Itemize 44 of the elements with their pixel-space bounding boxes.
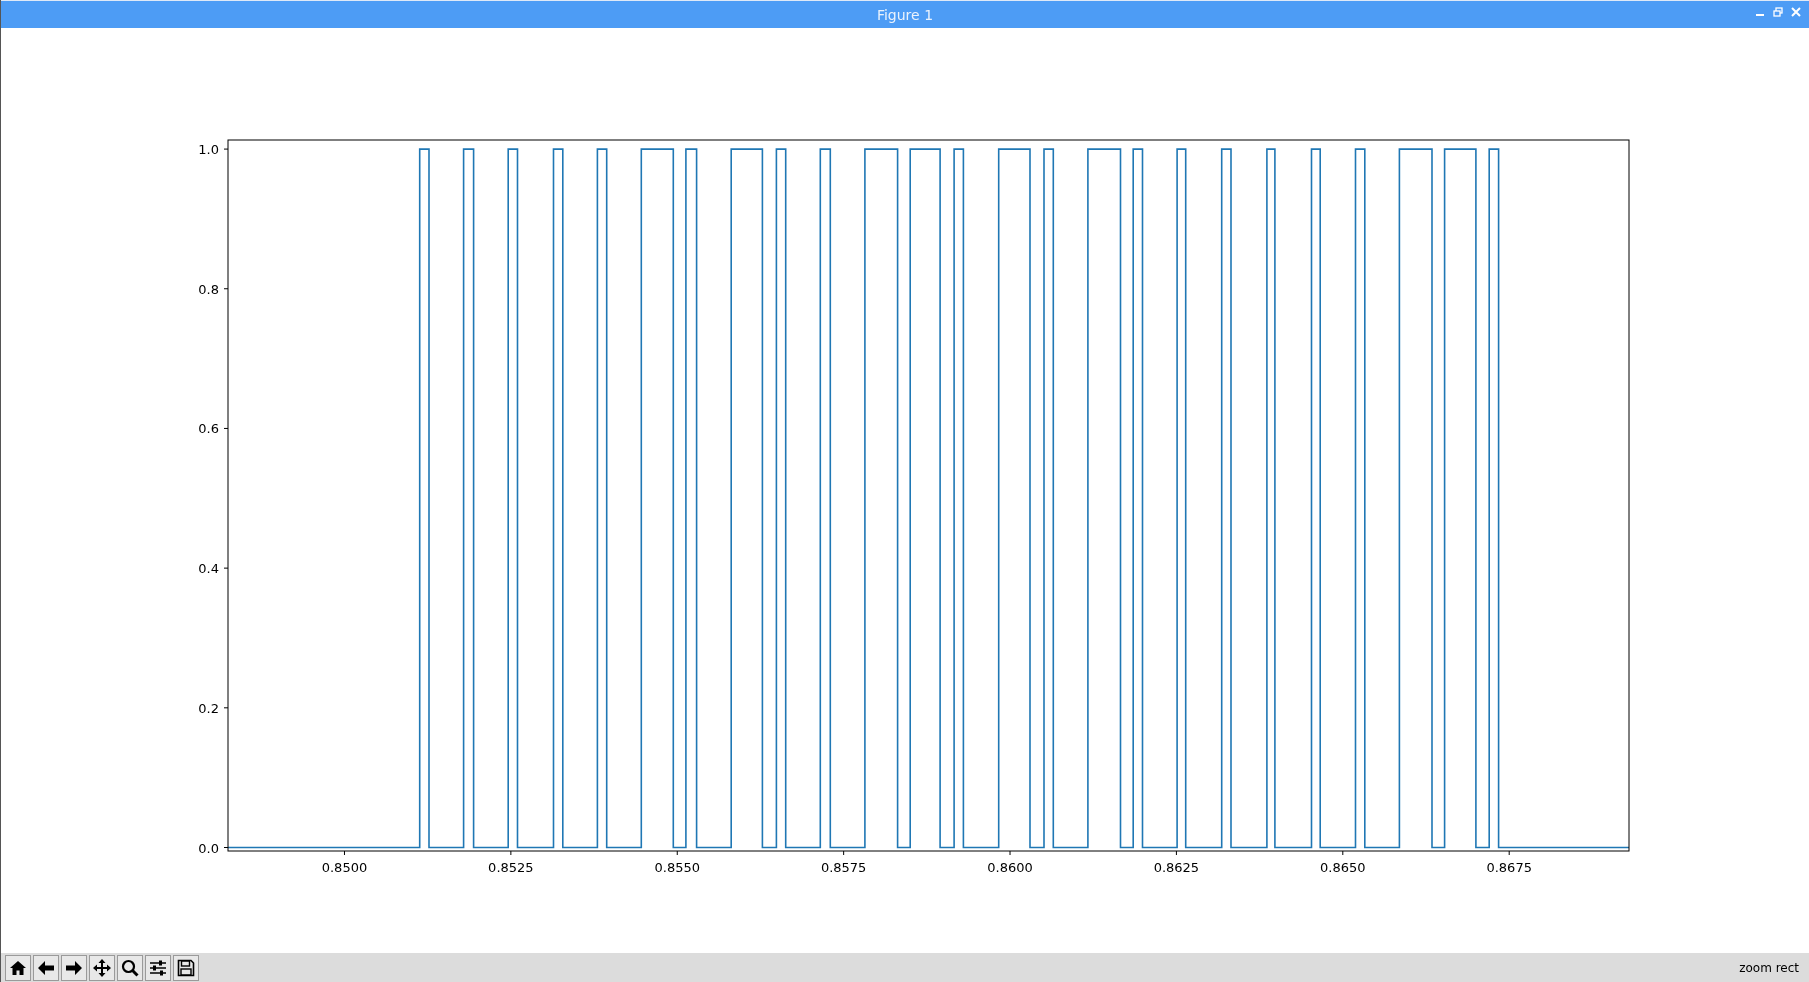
configure-button[interactable] — [145, 954, 171, 981]
x-tick — [1508, 850, 1510, 856]
y-tick — [223, 847, 229, 848]
x-tick — [676, 850, 678, 856]
tick-label: 0.4 — [198, 561, 219, 577]
x-tick — [1175, 850, 1177, 856]
sliders-icon — [149, 958, 167, 977]
x-tick — [1009, 850, 1011, 856]
y-tick — [223, 288, 229, 290]
forward-button[interactable] — [61, 954, 87, 981]
y-tick — [223, 148, 229, 150]
x-tick — [843, 850, 845, 856]
zoom-button[interactable] — [117, 954, 143, 981]
tick-label: 0.8525 — [488, 860, 534, 875]
tick-label: 1.0 — [198, 142, 219, 158]
tick-label: 0.8 — [198, 281, 219, 297]
y-tick — [223, 427, 229, 429]
search-icon — [121, 958, 139, 977]
pan-button[interactable] — [89, 954, 115, 981]
x-tick — [343, 850, 345, 856]
home-button[interactable] — [5, 954, 31, 981]
back-button[interactable] — [33, 954, 59, 981]
x-tick — [510, 850, 512, 856]
tick-label: 0.8600 — [987, 860, 1033, 875]
window-title: Figure 1 — [876, 6, 934, 23]
tick-label: 0.2 — [198, 700, 219, 716]
save-button[interactable] — [173, 954, 199, 981]
x-tick — [1342, 850, 1344, 856]
tick-label: 0.8675 — [1486, 860, 1532, 875]
restore-icon[interactable] — [1773, 7, 1783, 17]
status-message: zoom rect — [1739, 960, 1799, 975]
tick-label: 0.0 — [198, 840, 219, 856]
tick-label: 0.8650 — [1320, 860, 1366, 875]
tick-label: 0.8500 — [321, 860, 368, 875]
tick-label: 0.8550 — [654, 860, 700, 875]
move-arrows-icon — [92, 957, 112, 978]
house-icon — [9, 958, 27, 977]
y-tick — [223, 707, 229, 709]
right-arrow-icon — [65, 958, 83, 977]
y-tick — [223, 567, 229, 569]
tick-label: 0.6 — [198, 421, 219, 437]
tick-label: 0.8575 — [820, 860, 867, 875]
tick-label: 0.8625 — [1153, 860, 1200, 875]
close-icon[interactable] — [1791, 7, 1801, 17]
